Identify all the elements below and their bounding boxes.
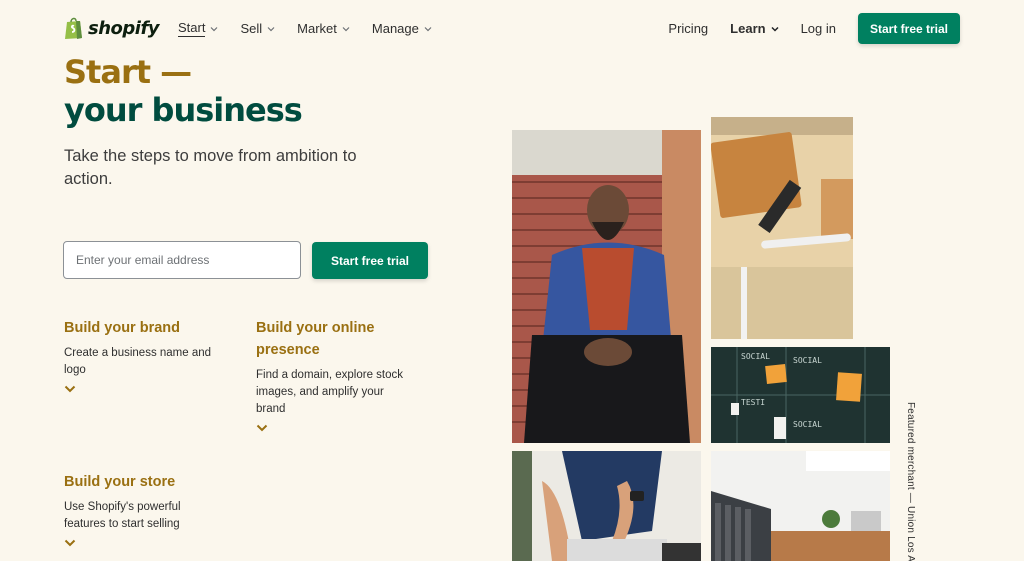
nav-market-label: Market [297,21,337,36]
chevron-down-icon[interactable] [256,424,268,432]
hero-title-line2: your business [64,91,303,129]
nav-sell-label: Sell [240,21,263,36]
nav-learn-label: Learn [730,21,766,36]
feature-text: Find a domain, explore stock images, and… [256,369,404,415]
nav-learn[interactable]: Learn [730,21,779,36]
feature-build-store[interactable]: Build your store Use Shopify's powerful … [64,471,224,547]
svg-text:TESTI: TESTI [741,398,765,407]
nav-start-label: Start [178,20,206,37]
hero-start-trial-button[interactable]: Start free trial [312,242,428,279]
nav-sell[interactable]: Sell [240,20,275,37]
nav-manage[interactable]: Manage [372,20,432,37]
hero-title-line1: Start — [64,53,192,91]
feature-title: Build your brand [64,320,180,336]
chalkboard-photo: SOCIAL SOCIAL TESTI SOCIAL [711,347,890,443]
chevron-down-icon [424,26,432,31]
chevron-down-icon[interactable] [64,385,76,393]
feature-build-brand[interactable]: Build your brand Create a business name … [64,317,214,393]
workbench-photo [711,117,853,339]
feature-title: Build your online presence [256,320,375,358]
nav-market[interactable]: Market [297,20,350,37]
email-input[interactable] [63,241,301,279]
chevron-down-icon[interactable] [64,539,76,547]
chevron-down-icon [267,26,275,31]
nav-pricing[interactable]: Pricing [668,21,708,36]
svg-text:SOCIAL: SOCIAL [793,356,822,365]
merchant-photo-stairs [512,130,701,443]
merchant-photo-desk [512,451,701,561]
svg-text:SOCIAL: SOCIAL [793,420,822,429]
hero-title: Start — your business [64,53,303,129]
chevron-down-icon [211,26,218,31]
store-interior-photo [711,451,890,561]
nav-start-trial-button[interactable]: Start free trial [858,13,960,44]
top-nav: shopify Start Sell Market Manage Pricing… [0,0,1024,58]
feature-title: Build your store [64,474,176,490]
logo-wordmark: shopify [88,17,160,39]
nav-login[interactable]: Log in [801,21,836,36]
secondary-nav: Pricing Learn Log in Start free trial [668,13,960,44]
shopify-logo[interactable]: shopify [64,16,160,40]
chevron-down-icon [771,26,779,32]
feature-text: Use Shopify's powerful features to start… [64,501,181,530]
nav-manage-label: Manage [371,21,419,36]
featured-merchant-caption: Featured merchant — Union Los An [905,402,916,561]
feature-text: Create a business name and logo [64,347,212,376]
feature-build-online-presence[interactable]: Build your online presence Find a domain… [256,317,416,432]
chevron-down-icon [342,26,350,31]
nav-start[interactable]: Start [178,20,218,37]
shopify-bag-icon [65,17,82,39]
primary-nav: Start Sell Market Manage [178,20,432,37]
svg-text:SOCIAL: SOCIAL [741,352,770,361]
hero-subtitle: Take the steps to move from ambition to … [64,147,357,188]
